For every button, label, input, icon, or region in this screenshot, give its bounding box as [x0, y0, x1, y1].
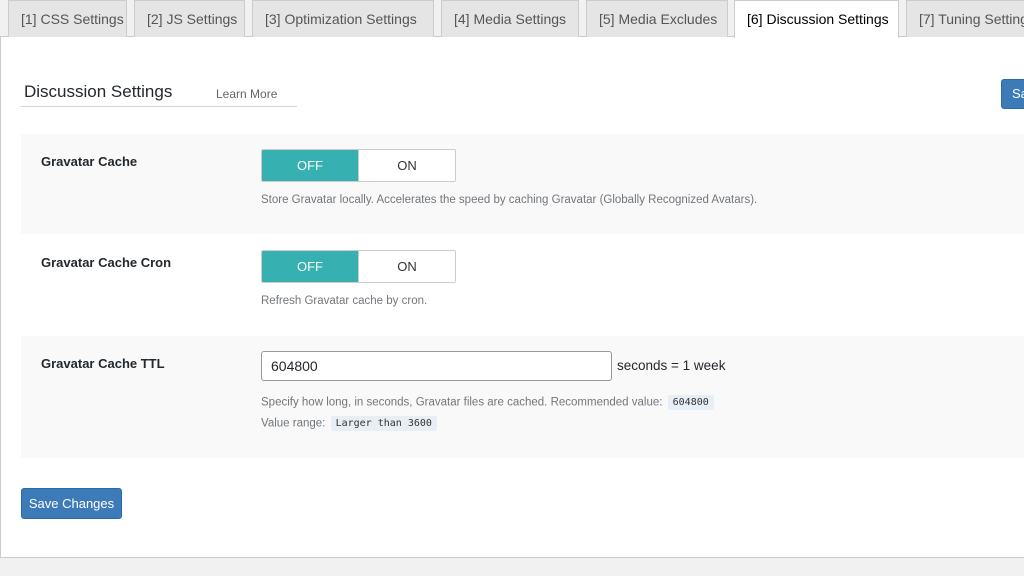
gravatar-cache-ttl-range: Value range: Larger than 3600	[261, 416, 437, 431]
gravatar-cache-cron-on-option[interactable]: ON	[358, 251, 455, 282]
tab-tuning-settings[interactable]: [7] Tuning Settings	[906, 0, 1024, 37]
gravatar-cache-ttl-suffix: seconds = 1 week	[617, 358, 726, 373]
gravatar-cache-ttl-input[interactable]: 604800	[261, 351, 612, 381]
gravatar-cache-row: Gravatar Cache OFF ON Store Gravatar loc…	[21, 134, 1024, 234]
ttl-recommended-value: 604800	[667, 395, 714, 410]
save-changes-top-button[interactable]: Save Changes	[1001, 79, 1024, 109]
ttl-range-value: Larger than 3600	[330, 416, 437, 431]
gravatar-cache-label: Gravatar Cache	[41, 154, 138, 169]
gravatar-cache-ttl-row: Gravatar Cache TTL 604800 seconds = 1 we…	[21, 336, 1024, 458]
save-changes-button[interactable]: Save Changes	[21, 488, 122, 519]
gravatar-cache-description: Store Gravatar locally. Accelerates the …	[261, 194, 758, 206]
gravatar-cache-cron-label: Gravatar Cache Cron	[41, 255, 172, 270]
gravatar-cache-cron-description: Refresh Gravatar cache by cron.	[261, 295, 428, 307]
gravatar-cache-toggle[interactable]: OFF ON	[261, 149, 456, 182]
gravatar-cache-cron-off-option[interactable]: OFF	[262, 251, 358, 282]
learn-more-link[interactable]: Learn More	[216, 87, 277, 101]
section-heading: Discussion Settings Learn More	[21, 80, 297, 107]
gravatar-cache-cron-toggle[interactable]: OFF ON	[261, 250, 456, 283]
section-title: Discussion Settings	[24, 82, 173, 101]
tab-js-settings[interactable]: [2] JS Settings	[134, 0, 245, 37]
tab-css-settings[interactable]: [1] CSS Settings	[8, 0, 127, 37]
tab-media-settings[interactable]: [4] Media Settings	[441, 0, 579, 37]
gravatar-cache-ttl-label: Gravatar Cache TTL	[41, 356, 165, 371]
gravatar-cache-cron-row: Gravatar Cache Cron OFF ON Refresh Grava…	[21, 235, 1024, 335]
tab-optimization-settings[interactable]: [3] Optimization Settings	[252, 0, 434, 37]
tab-media-excludes[interactable]: [5] Media Excludes	[586, 0, 728, 37]
gravatar-cache-off-option[interactable]: OFF	[262, 150, 358, 181]
ttl-range-label: Value range:	[261, 417, 326, 430]
ttl-description-text: Specify how long, in seconds, Gravatar f…	[261, 396, 663, 409]
settings-tabs: [1] CSS Settings [2] JS Settings [3] Opt…	[0, 0, 1024, 38]
gravatar-cache-ttl-description: Specify how long, in seconds, Gravatar f…	[261, 395, 714, 410]
tab-discussion-settings[interactable]: [6] Discussion Settings	[734, 0, 899, 38]
gravatar-cache-on-option[interactable]: ON	[358, 150, 455, 181]
